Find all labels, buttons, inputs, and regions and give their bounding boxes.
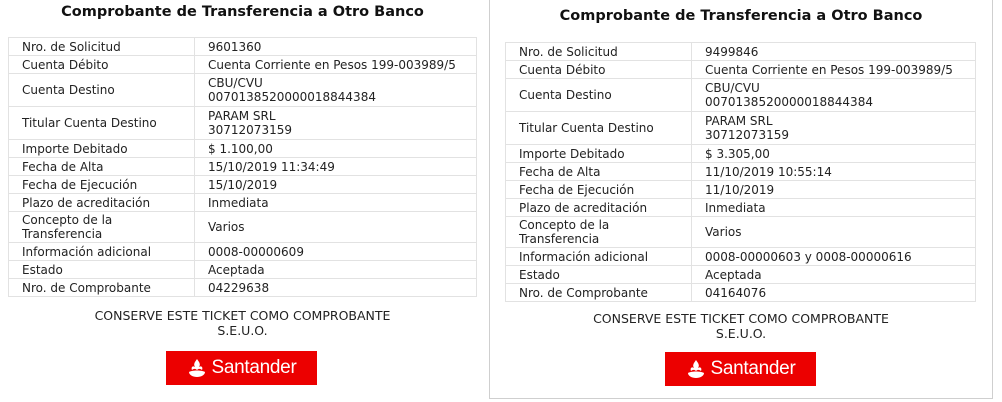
row-label: Nro. de Solicitud [8, 37, 195, 56]
row-value-line2: 0070138520000018844384 [208, 90, 376, 104]
row-label: Cuenta Débito [505, 60, 692, 79]
footer-seuo: S.E.U.O. [715, 326, 767, 341]
row-label: Fecha de Alta [8, 157, 195, 176]
table-row: Información adicional 0008-00000603 y 00… [505, 247, 976, 266]
row-value-line1: CBU/CVU [208, 76, 263, 90]
table-row: Nro. de Comprobante 04229638 [8, 278, 477, 297]
row-value: CBU/CVU 0070138520000018844384 [194, 73, 477, 107]
row-label: Estado [505, 265, 692, 284]
row-label: Nro. de Solicitud [505, 42, 692, 61]
table-row: Cuenta Débito Cuenta Corriente en Pesos … [8, 55, 477, 74]
footer-notice: CONSERVE ESTE TICKET COMO COMPROBANTE [94, 308, 391, 323]
santander-logo: Santander [166, 351, 317, 385]
row-value: 04164076 [691, 283, 976, 302]
row-value: 11/10/2019 [691, 180, 976, 199]
table-row: Plazo de acreditación Inmediata [505, 198, 976, 217]
table-row: Fecha de Alta 11/10/2019 10:55:14 [505, 162, 976, 181]
row-value: Aceptada [194, 260, 477, 279]
row-value: Aceptada [691, 265, 976, 284]
table-row: Plazo de acreditación Inmediata [8, 193, 477, 212]
row-value-line1: CBU/CVU [705, 81, 760, 95]
row-value: Inmediata [691, 198, 976, 217]
row-label: Fecha de Ejecución [8, 175, 195, 194]
row-value: Cuenta Corriente en Pesos 199-003989/5 [194, 55, 477, 74]
footer-notice: CONSERVE ESTE TICKET COMO COMPROBANTE [593, 311, 889, 326]
receipt-footer: CONSERVE ESTE TICKET COMO COMPROBANTE S.… [0, 308, 485, 338]
row-label: Titular Cuenta Destino [505, 111, 692, 145]
table-row: Titular Cuenta Destino PARAM SRL 3071207… [8, 106, 477, 140]
row-value-line1: PARAM SRL [705, 114, 773, 128]
row-label: Fecha de Ejecución [505, 180, 692, 199]
table-row: Nro. de Comprobante 04164076 [505, 283, 976, 302]
row-value-line1: PARAM SRL [208, 109, 276, 123]
row-label: Titular Cuenta Destino [8, 106, 195, 140]
table-row: Concepto de la Transferencia Varios [505, 216, 976, 248]
table-row: Concepto de la Transferencia Varios [8, 211, 477, 243]
row-value-line2: 30712073159 [705, 128, 789, 142]
row-label: Importe Debitado [8, 139, 195, 158]
row-value: Inmediata [194, 193, 477, 212]
row-value-line2: 0070138520000018844384 [705, 95, 873, 109]
receipt-footer: CONSERVE ESTE TICKET COMO COMPROBANTE S.… [490, 311, 992, 341]
row-value: 0008-00000603 y 0008-00000616 [691, 247, 976, 266]
row-value: 04229638 [194, 278, 477, 297]
row-value: 9499846 [691, 42, 976, 61]
row-value: Varios [691, 216, 976, 248]
table-row: Importe Debitado $ 1.100,00 [8, 139, 477, 158]
table-row: Estado Aceptada [505, 265, 976, 284]
row-value: 9601360 [194, 37, 477, 56]
row-value: 15/10/2019 11:34:49 [194, 157, 477, 176]
table-row: Fecha de Alta 15/10/2019 11:34:49 [8, 157, 477, 176]
table-row: Fecha de Ejecución 15/10/2019 [8, 175, 477, 194]
row-value: 0008-00000609 [194, 242, 477, 261]
table-row: Estado Aceptada [8, 260, 477, 279]
row-value: PARAM SRL 30712073159 [194, 106, 477, 140]
table-row: Titular Cuenta Destino PARAM SRL 3071207… [505, 111, 976, 145]
table-row: Importe Debitado $ 3.305,00 [505, 144, 976, 163]
row-label: Cuenta Destino [505, 78, 692, 112]
receipt-details-table: Nro. de Solicitud 9601360 Cuenta Débito … [8, 37, 477, 297]
row-label: Nro. de Comprobante [505, 283, 692, 302]
row-value: CBU/CVU 0070138520000018844384 [691, 78, 976, 112]
row-value: PARAM SRL 30712073159 [691, 111, 976, 145]
table-row: Fecha de Ejecución 11/10/2019 [505, 180, 976, 199]
receipt-right: Comprobante de Transferencia a Otro Banc… [489, 0, 993, 399]
row-label: Información adicional [8, 242, 195, 261]
row-value: Cuenta Corriente en Pesos 199-003989/5 [691, 60, 976, 79]
row-value: 15/10/2019 [194, 175, 477, 194]
row-label: Nro. de Comprobante [8, 278, 195, 297]
table-row: Nro. de Solicitud 9499846 [505, 42, 976, 61]
table-row: Cuenta Débito Cuenta Corriente en Pesos … [505, 60, 976, 79]
santander-flame-icon [188, 359, 205, 377]
table-row: Nro. de Solicitud 9601360 [8, 37, 477, 56]
receipt-details-table: Nro. de Solicitud 9499846 Cuenta Débito … [505, 42, 976, 302]
row-value: $ 1.100,00 [194, 139, 477, 158]
row-label: Plazo de acreditación [8, 193, 195, 212]
receipt-title: Comprobante de Transferencia a Otro Banc… [559, 8, 923, 24]
row-label: Concepto de la Transferencia [8, 211, 195, 243]
row-value: $ 3.305,00 [691, 144, 976, 163]
row-label: Cuenta Destino [8, 73, 195, 107]
row-label: Importe Debitado [505, 144, 692, 163]
row-label: Fecha de Alta [505, 162, 692, 181]
table-row: Información adicional 0008-00000609 [8, 242, 477, 261]
table-row: Cuenta Destino CBU/CVU 00701385200000188… [8, 73, 477, 107]
row-value: 11/10/2019 10:55:14 [691, 162, 976, 181]
row-value-line2: 30712073159 [208, 123, 292, 137]
row-value: Varios [194, 211, 477, 243]
santander-flame-icon [687, 360, 704, 378]
logo-text: Santander [710, 358, 796, 379]
footer-seuo: S.E.U.O. [217, 323, 268, 338]
table-row: Cuenta Destino CBU/CVU 00701385200000188… [505, 78, 976, 112]
row-label: Plazo de acreditación [505, 198, 692, 217]
row-label: Estado [8, 260, 195, 279]
row-label: Información adicional [505, 247, 692, 266]
logo-text: Santander [211, 357, 297, 378]
receipt-title: Comprobante de Transferencia a Otro Banc… [61, 4, 424, 20]
santander-logo: Santander [665, 352, 816, 386]
row-label: Cuenta Débito [8, 55, 195, 74]
receipt-left: Comprobante de Transferencia a Otro Banc… [0, 0, 485, 402]
row-label: Concepto de la Transferencia [505, 216, 692, 248]
